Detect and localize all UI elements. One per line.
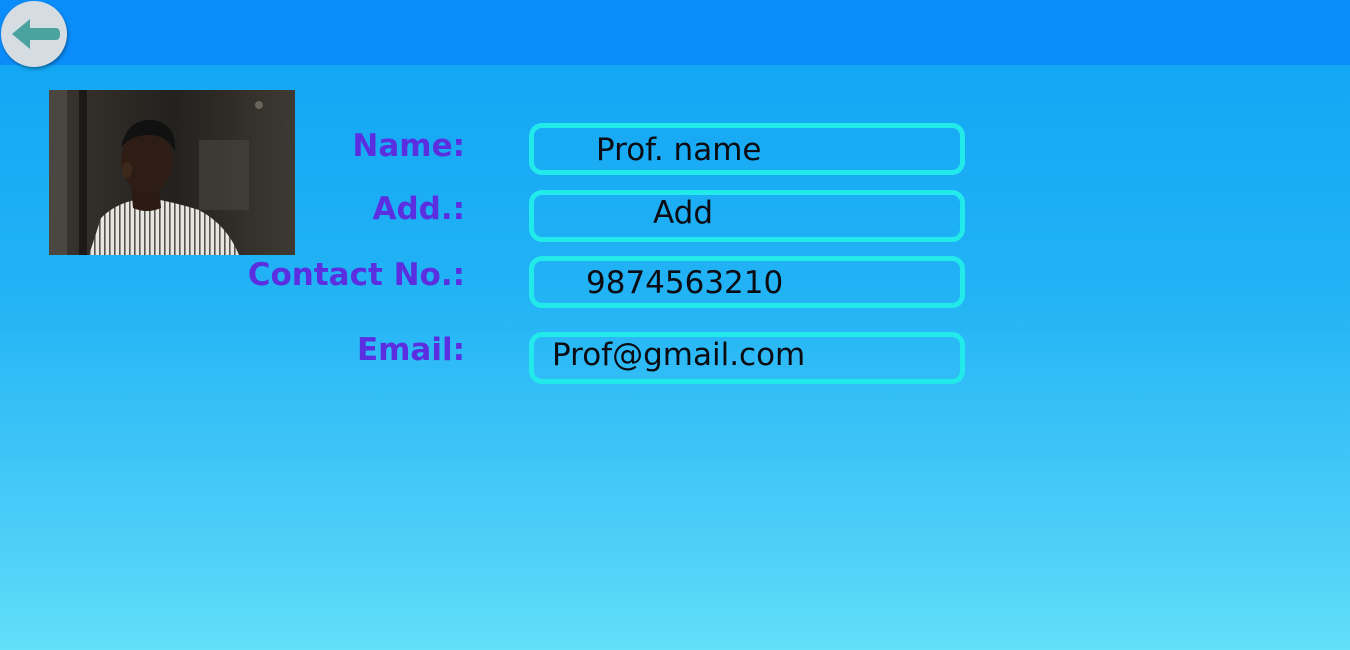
email-field[interactable]: Prof@gmail.com: [529, 332, 965, 384]
name-label: Name:: [352, 128, 465, 164]
contact-value: 9874563210: [586, 265, 784, 301]
email-label: Email:: [356, 332, 465, 368]
contact-label: Contact No.:: [247, 257, 465, 293]
top-bar: [0, 0, 1350, 65]
address-label: Add.:: [372, 191, 465, 227]
name-value: Prof. name: [596, 132, 762, 168]
email-value: Prof@gmail.com: [552, 337, 806, 373]
profile-photo: [49, 90, 295, 255]
name-field[interactable]: Prof. name: [529, 123, 965, 175]
address-value: Add: [653, 195, 714, 231]
address-field[interactable]: Add: [529, 190, 965, 242]
contact-field[interactable]: 9874563210: [529, 256, 965, 308]
back-button[interactable]: [1, 1, 67, 67]
arrow-left-icon: [12, 19, 60, 49]
